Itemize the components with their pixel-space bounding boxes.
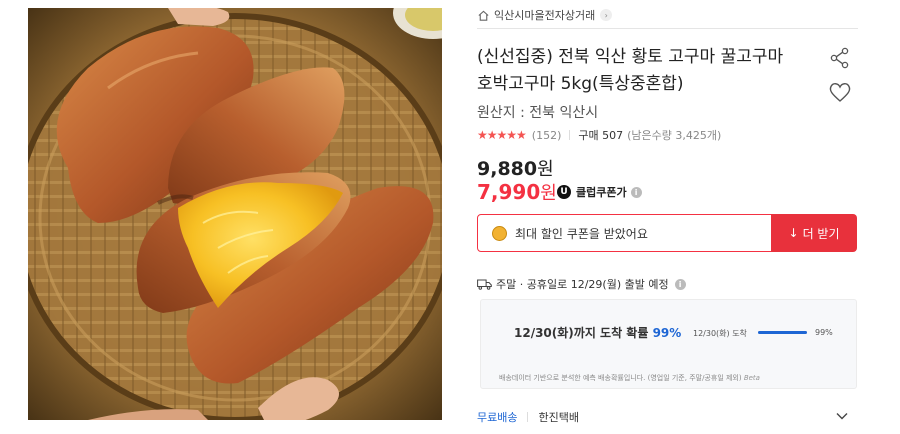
courier-name: 한진택배 xyxy=(538,411,579,424)
product-title: (신선집중) 전북 익산 황토 고구마 꿀고구마 호박고구마 5kg(특상중혼합… xyxy=(477,44,807,98)
download-arrow-icon: ↓ xyxy=(788,226,799,240)
more-coupon-button[interactable]: ↓ 더 받기 xyxy=(771,214,857,252)
arrival-probability: 12/30(화)까지 도착 확률 99% xyxy=(514,324,681,341)
purchase-count: 구매 507 xyxy=(578,129,624,142)
info-icon[interactable]: i xyxy=(674,278,686,290)
sale-price-value: 7,990 xyxy=(477,180,541,204)
product-title-line2: 호박고구마 5kg(특상중혼합) xyxy=(477,74,684,94)
origin-text: 원산지 : 전북 익산시 xyxy=(477,105,599,121)
shipping-schedule: 주말 · 공휴일로 12/29(월) 출발 예정 i xyxy=(477,276,686,292)
store-link[interactable]: 익산시마을전자상거래 › xyxy=(477,5,613,25)
divider xyxy=(477,28,858,29)
rating-row: ★★★★★ (152) 구매 507 (남은수량 3,425개) xyxy=(477,127,721,143)
free-shipping-label: 무료배송 xyxy=(477,411,518,424)
remaining-stock: (남은수량 3,425개) xyxy=(627,129,722,142)
review-count[interactable]: (152) xyxy=(532,129,562,142)
info-icon[interactable]: i xyxy=(630,186,642,198)
arrival-probability-bar-fill xyxy=(758,331,807,334)
beta-label: Beta xyxy=(743,374,760,382)
forecast-note-text: 배송데이터 기반으로 분석한 예측 배송확률입니다. (영업일 기준, 주말/공… xyxy=(499,374,742,382)
store-chevron-icon: › xyxy=(600,9,613,21)
arrival-bar-pct: 99% xyxy=(815,328,833,337)
divider xyxy=(569,130,571,140)
shipping-text: 주말 · 공휴일로 12/29(월) 출발 예정 xyxy=(496,278,669,291)
club-coupon-text: 클럽쿠폰가 xyxy=(576,186,627,199)
sale-price: 7,990원 xyxy=(477,179,557,205)
chevron-down-icon[interactable] xyxy=(835,409,849,423)
forecast-note: 배송데이터 기반으로 분석한 예측 배송확률입니다. (영업일 기준, 주말/공… xyxy=(499,373,760,383)
home-icon xyxy=(478,10,489,21)
club-coupon-label: U 클럽쿠폰가 i xyxy=(557,184,642,200)
coin-icon xyxy=(492,225,507,241)
arrival-probability-text: 12/30(화)까지 도착 확률 xyxy=(514,326,649,340)
original-price-value: 9,880 xyxy=(477,158,538,180)
divider xyxy=(527,412,529,422)
arrival-probability-pct: 99% xyxy=(652,326,682,340)
club-badge-icon: U xyxy=(557,185,571,199)
arrival-probability-bar xyxy=(758,331,807,334)
arrival-bar-label: 12/30(화) 도착 xyxy=(693,329,747,338)
coupon-status-text: 최대 할인 쿠폰을 받았어요 xyxy=(515,226,648,241)
currency-unit: 원 xyxy=(537,159,554,180)
heart-icon[interactable] xyxy=(828,81,852,103)
original-price: 9,880원 xyxy=(477,155,554,181)
more-coupon-label: 더 받기 xyxy=(802,226,840,241)
store-name: 익산시마을전자상거래 xyxy=(494,9,596,22)
product-image xyxy=(28,8,442,420)
product-title-line1: (신선집중) 전북 익산 황토 고구마 꿀고구마 xyxy=(477,47,784,67)
truck-icon xyxy=(477,279,492,290)
product-info-panel: 익산시마을전자상거래 › (신선집중) 전북 익산 황토 고구마 꿀고구마 호박… xyxy=(477,0,858,434)
coupon-status-box: 최대 할인 쿠폰을 받았어요 xyxy=(477,214,772,252)
currency-unit: 원 xyxy=(540,183,557,204)
star-rating-icon: ★★★★★ xyxy=(477,128,527,142)
delivery-forecast-box: 12/30(화)까지 도착 확률 99% 12/30(화) 도착 99% 배송데… xyxy=(480,299,857,389)
share-icon[interactable] xyxy=(829,47,851,69)
delivery-option[interactable]: 무료배송 한진택배 xyxy=(477,409,857,425)
